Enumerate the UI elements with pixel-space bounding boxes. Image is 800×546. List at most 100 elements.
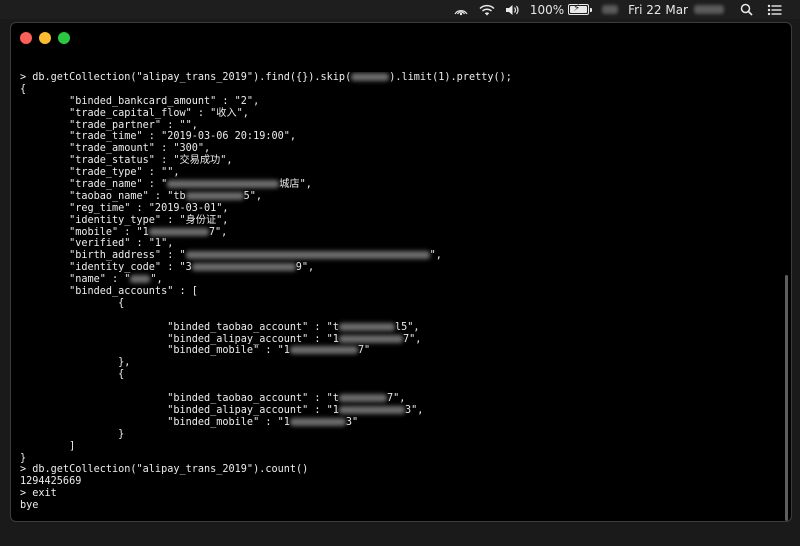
redacted-value xyxy=(338,334,403,343)
terminal-line: > db.getCollection("alipay_trans_2019").… xyxy=(20,72,775,84)
terminal-line-tail: 7", xyxy=(386,393,406,405)
terminal-line-tail: 7" xyxy=(357,345,371,357)
terminal-line-text: { xyxy=(20,369,125,381)
terminal-line: "verified" : "1", xyxy=(20,238,775,250)
terminal-line-text: "trade_type" : "", xyxy=(20,167,180,179)
terminal-line: "reg_time" : "2019-03-01", xyxy=(20,203,775,215)
terminal-line-text: > exit xyxy=(20,488,57,500)
terminal-line-tail: 5", xyxy=(243,190,263,202)
terminal-line: } xyxy=(20,429,775,441)
terminal-line-text: "binded_bankcard_amount" : "2", xyxy=(20,95,260,107)
window-titlebar[interactable] xyxy=(11,23,791,51)
minimize-window-button[interactable] xyxy=(39,32,51,44)
terminal-line: "trade_name" : " 城店", xyxy=(20,179,775,191)
terminal-line: "birth_address" : " ", xyxy=(20,250,775,262)
redacted-value xyxy=(351,73,390,81)
redacted-value xyxy=(185,191,244,200)
close-window-button[interactable] xyxy=(20,32,32,44)
terminal-line-tail: 7", xyxy=(208,226,228,238)
terminal-line-text: "identity_type" : "身份证", xyxy=(20,214,229,226)
redacted-value xyxy=(338,394,387,403)
redacted-value xyxy=(191,263,296,272)
terminal-line: bye xyxy=(20,500,775,512)
terminal-line-tail: 7", xyxy=(402,333,422,345)
redacted-time xyxy=(694,5,724,14)
terminal-line-tail: l5", xyxy=(394,321,420,333)
terminal-line: "binded_taobao_account" : "t l5", xyxy=(20,322,775,334)
terminal-window: > db.getCollection("alipay_trans_2019").… xyxy=(10,22,792,522)
redacted-value xyxy=(289,417,346,426)
terminal-line-text: ] xyxy=(20,440,76,452)
terminal-line: ] xyxy=(20,441,775,453)
terminal-line: "binded_mobile" : "1 7" xyxy=(20,345,775,357)
terminal-line: "trade_capital_flow" : "收入", xyxy=(20,108,775,120)
terminal-line: "binded_taobao_account" : "t 7", xyxy=(20,393,775,405)
battery-status[interactable]: 100% ⚡ xyxy=(529,0,593,19)
terminal-line-text: "trade_capital_flow" : "收入", xyxy=(20,107,249,119)
terminal-line-text: { xyxy=(20,297,125,309)
terminal-line: "binded_alipay_account" : "1 7", xyxy=(20,334,775,346)
terminal-line-text: }, xyxy=(20,357,131,369)
terminal-line-text: > db.getCollection("alipay_trans_2019").… xyxy=(20,72,352,83)
clock[interactable]: Fri 22 Mar xyxy=(628,0,724,19)
terminal-line-text: "binded_alipay_account" : "1 xyxy=(20,404,339,416)
terminal-line-tail: 城店", xyxy=(279,179,312,191)
terminal-line-tail: ", xyxy=(429,250,442,262)
terminal-line-text: > db.getCollection("alipay_trans_2019").… xyxy=(20,464,309,476)
terminal-line-tail: ", xyxy=(150,274,163,286)
terminal-line-text: "verified" : "1", xyxy=(20,238,174,250)
terminal-line: }, xyxy=(20,357,775,369)
terminal-line-text: "trade_time" : "2019-03-06 20:19:00", xyxy=(20,131,297,143)
terminal-line: "trade_time" : "2019-03-06 20:19:00", xyxy=(20,131,775,143)
wifi-icon[interactable] xyxy=(479,0,495,19)
terminal-line: "binded_bankcard_amount" : "2", xyxy=(20,96,775,108)
terminal-line-text: "trade_amount" : "300", xyxy=(20,143,211,155)
terminal-line-text: "reg_time" : "2019-03-01", xyxy=(20,202,229,214)
terminal-line: "trade_type" : "", xyxy=(20,167,775,179)
terminal-line: "identity_code" : "3 9", xyxy=(20,262,775,274)
terminal-line: > db.getCollection("alipay_trans_2019").… xyxy=(20,464,775,476)
terminal-line: "name" : " ", xyxy=(20,274,775,286)
terminal-line-tail: ).limit(1).pretty(); xyxy=(389,72,512,83)
redacted-value xyxy=(167,180,280,189)
terminal-line-text: bye xyxy=(20,500,39,512)
battery-icon: ⚡ xyxy=(568,3,590,15)
redacted-value xyxy=(148,227,209,236)
redacted-value xyxy=(338,405,405,414)
screen-mirroring-icon[interactable] xyxy=(453,0,469,19)
terminal-line-text: "mobile" : "1 xyxy=(20,226,149,238)
terminal-line-text: "taobao_name" : "tb xyxy=(20,190,186,202)
terminal-line-text: "birth_address" : " xyxy=(20,250,186,262)
menu-bar: 100% ⚡ Fri 22 Mar xyxy=(0,0,800,19)
terminal-output[interactable]: > db.getCollection("alipay_trans_2019").… xyxy=(20,72,775,512)
search-icon[interactable] xyxy=(740,0,753,19)
redacted-menubar-item xyxy=(602,0,619,19)
zoom-window-button[interactable] xyxy=(58,32,70,44)
control-center-icon[interactable] xyxy=(767,0,782,19)
charging-bolt-icon: ⚡ xyxy=(573,3,581,14)
redacted-value xyxy=(185,251,430,260)
terminal-line: "identity_type" : "身份证", xyxy=(20,215,775,227)
battery-percent: 100% xyxy=(529,2,565,17)
terminal-line-text: { xyxy=(20,83,27,95)
terminal-line: } xyxy=(20,453,775,465)
volume-icon[interactable] xyxy=(505,0,520,19)
redacted-value xyxy=(338,322,395,331)
terminal-line: 1294425669 xyxy=(20,476,775,488)
terminal-line-text: } xyxy=(20,452,27,464)
battery-cap xyxy=(590,7,593,12)
terminal-line-text: "binded_taobao_account" : "t xyxy=(20,393,339,405)
scrollbar[interactable] xyxy=(785,275,788,521)
terminal-line: "binded_accounts" : [ xyxy=(20,286,775,298)
terminal-line-text: "binded_taobao_account" : "t xyxy=(20,321,339,333)
terminal-line-text: "trade_status" : "交易成功", xyxy=(20,155,233,167)
terminal-line-text: "binded_mobile" : "1 xyxy=(20,416,290,428)
terminal-line-text: "trade_name" : " xyxy=(20,179,168,191)
redacted-value xyxy=(130,275,151,284)
terminal-line: "trade_status" : "交易成功", xyxy=(20,155,775,167)
terminal-line-tail: 3", xyxy=(404,404,424,416)
terminal-line-tail: 9", xyxy=(295,262,315,274)
terminal-line-text: "binded_mobile" : "1 xyxy=(20,345,290,357)
terminal-line-text: "trade_partner" : "", xyxy=(20,119,198,131)
